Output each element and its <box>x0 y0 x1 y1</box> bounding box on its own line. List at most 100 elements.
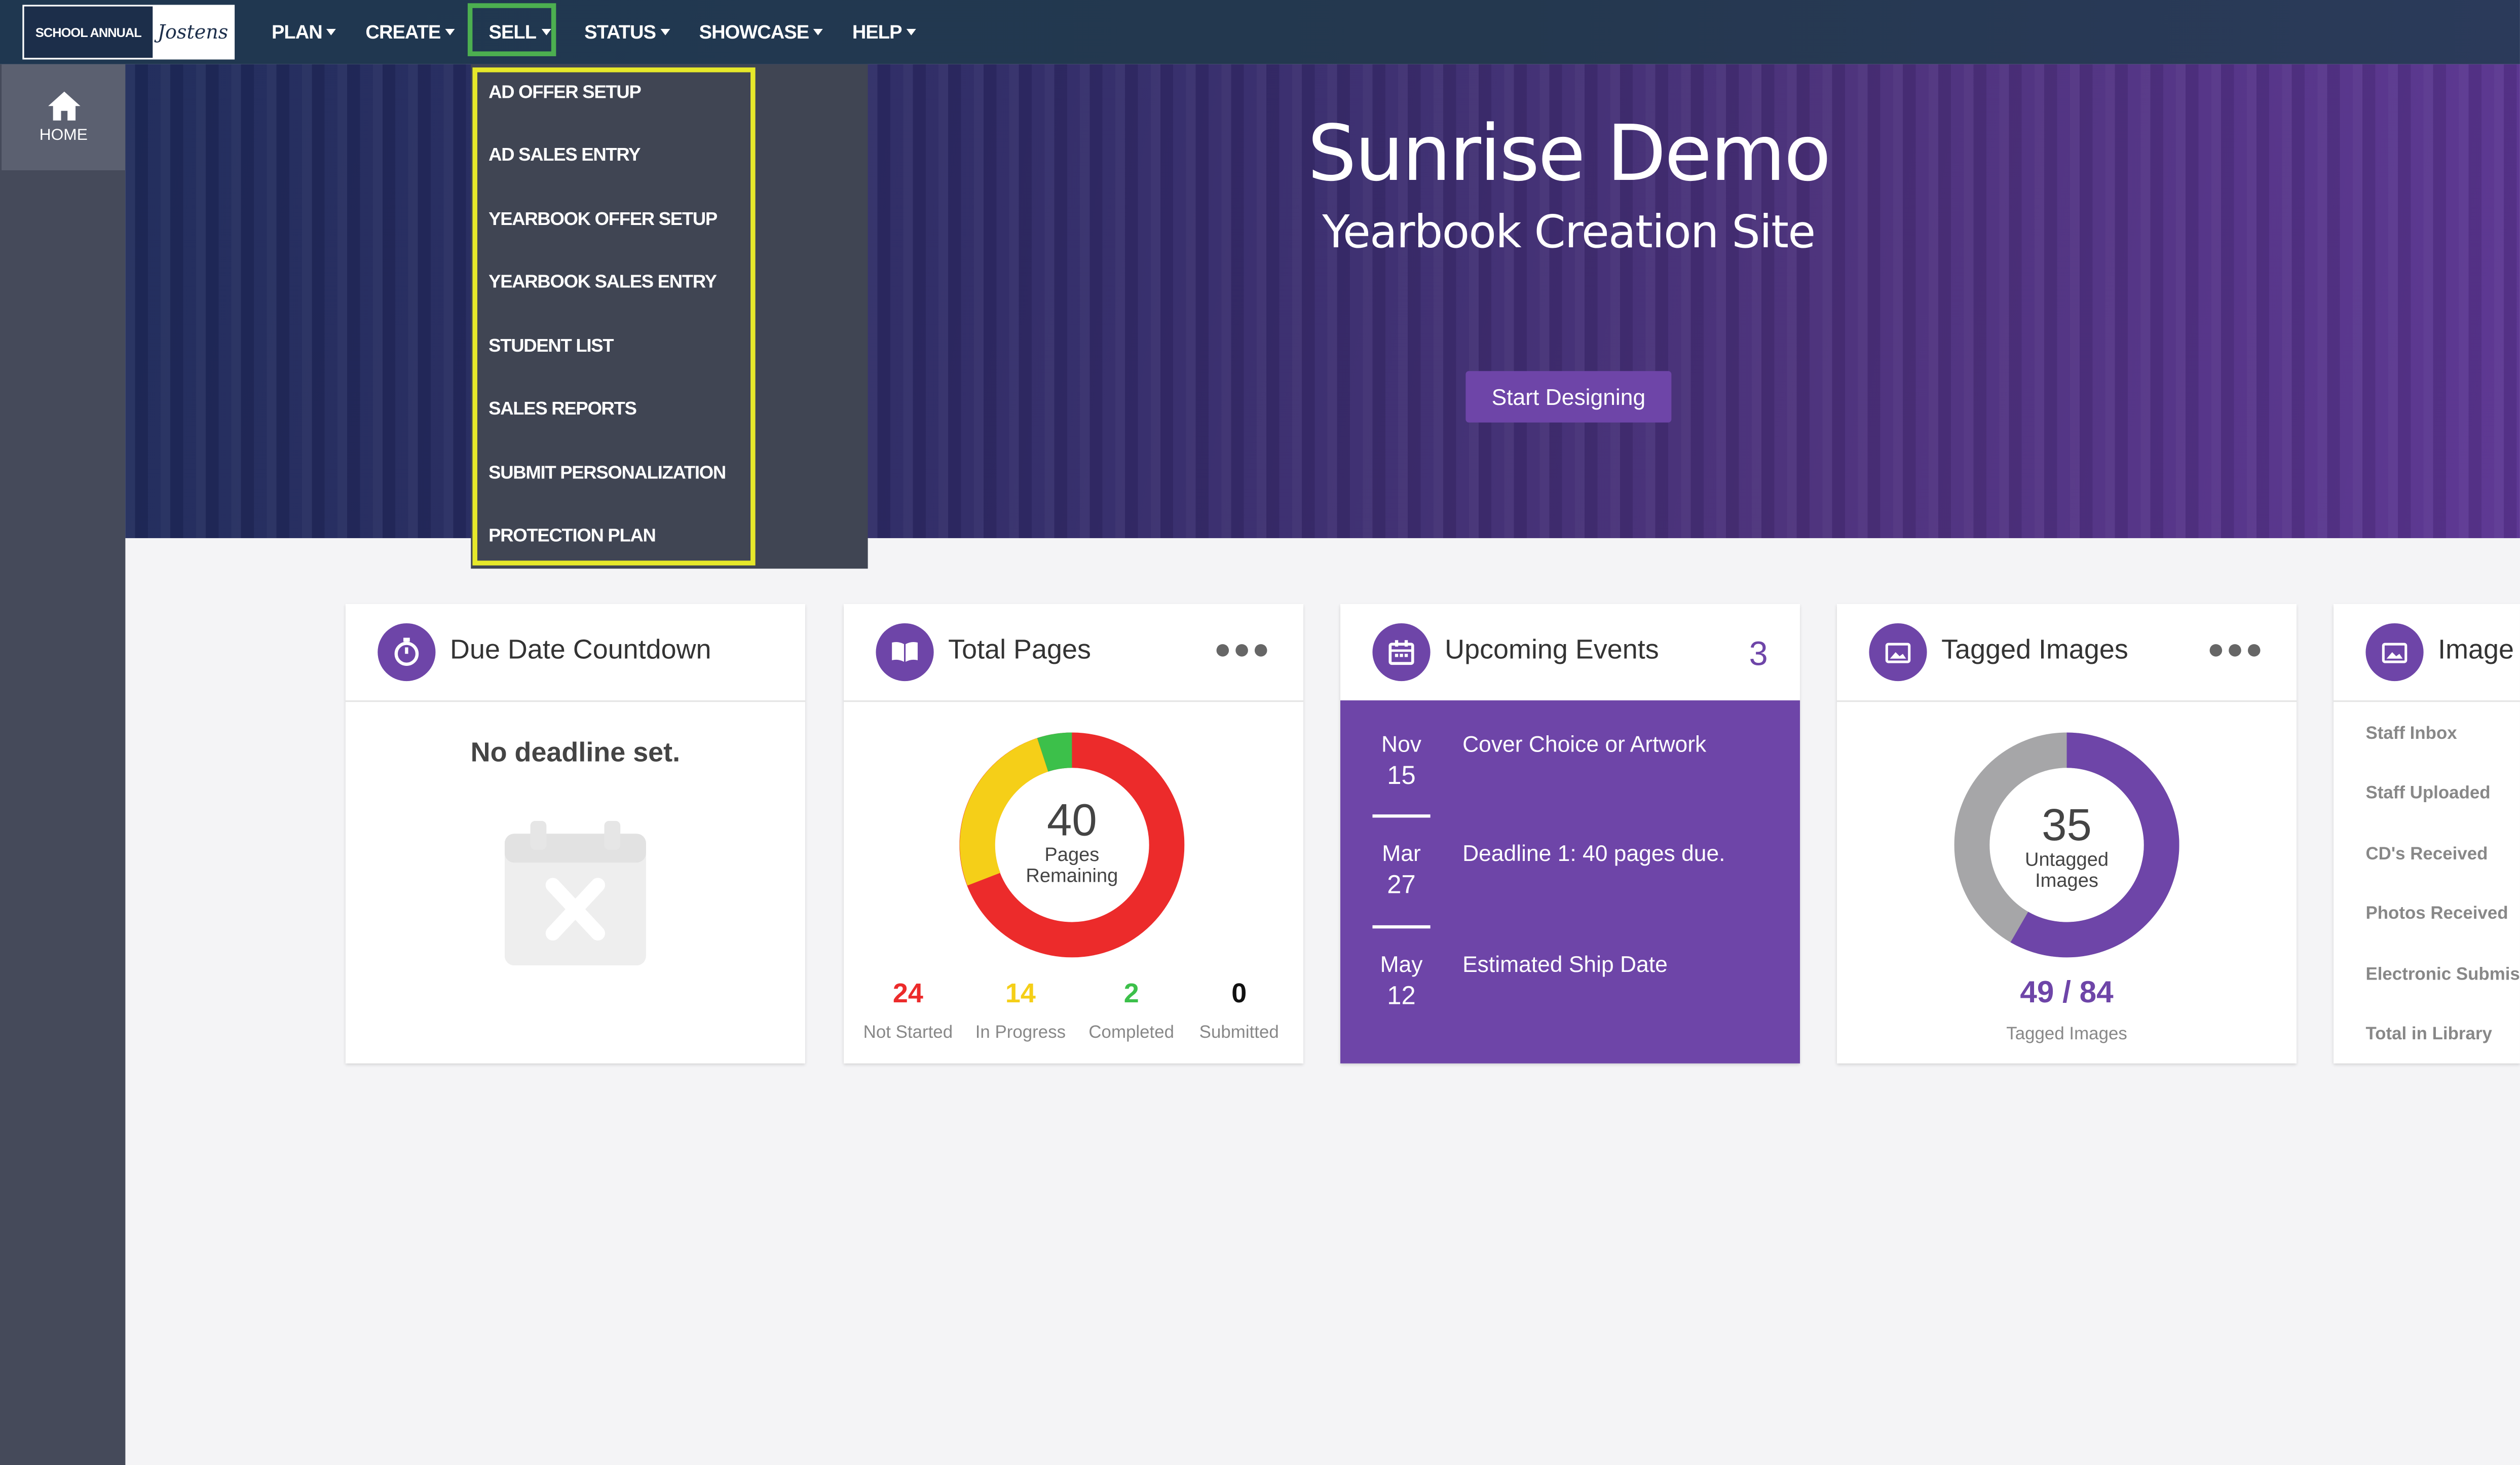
event-text: Deadline 1: 40 pages due. <box>1462 840 1725 866</box>
library-item: Total in Library <box>2365 1025 2492 1044</box>
stat-value: 2 <box>1123 978 1139 1009</box>
top-navbar: SCHOOL ANNUAL Jostens PLAN CREATE SELL S… <box>0 0 2520 64</box>
stopwatch-icon <box>378 623 436 682</box>
event-month: May <box>1380 951 1423 977</box>
stat-not-started: 24 Not Started <box>852 979 964 1043</box>
tagged-count: 49 <box>2020 976 2054 1010</box>
image-icon <box>2365 623 2424 682</box>
nav-status[interactable]: STATUS <box>565 0 685 64</box>
card-title: Total Pages <box>948 634 1091 665</box>
card-title: Upcoming Events <box>1445 634 1659 665</box>
logo-school-annual: SCHOOL ANNUAL <box>24 6 153 58</box>
stat-submitted: 0 Submitted <box>1183 979 1295 1043</box>
hero-subtitle: Yearbook Creation Site <box>1322 205 1816 259</box>
calendar-icon <box>1372 623 1431 682</box>
card-title: Image <box>2438 634 2514 665</box>
event-month: Mar <box>1382 840 1421 866</box>
untagged-center: 35 Untagged Images <box>1986 800 2147 892</box>
pages-remaining-value: 40 <box>1046 795 1097 845</box>
event-day: 15 <box>1387 763 1416 791</box>
stat-completed: 2 Completed <box>1075 979 1188 1043</box>
events-list: Nov 15 Cover Choice or Artwork Mar 27 De… <box>1340 700 1800 1064</box>
sidebar-home-label: HOME <box>39 127 88 145</box>
calendar-x-icon <box>504 820 646 966</box>
stat-label: In Progress <box>975 1023 1066 1043</box>
nav-plan[interactable]: PLAN <box>257 0 351 64</box>
card-title: Tagged Images <box>1941 634 2128 665</box>
card-title: Due Date Countdown <box>450 634 711 665</box>
completed-arc <box>1037 732 1073 772</box>
dropdown-highlight-box <box>472 67 756 566</box>
chevron-down-icon <box>813 29 823 35</box>
stat-value: 24 <box>892 978 923 1009</box>
tagged-ratio: 49 / 84 <box>1837 976 2297 1012</box>
hero-title: Sunrise Demo <box>1307 109 1831 200</box>
logo-jostens: Jostens <box>157 21 229 44</box>
pages-center: 40 Pages Remaining <box>992 795 1152 887</box>
more-options-icon[interactable]: ●●● <box>1214 633 1271 667</box>
untagged-label-1: Untagged <box>2024 848 2109 871</box>
library-item: Electronic Submis <box>2365 965 2520 985</box>
pages-remaining-label-2: Remaining <box>1026 864 1118 887</box>
total-count: 84 <box>2079 976 2114 1010</box>
pages-remaining-label-1: Pages <box>1044 843 1100 866</box>
ratio-slash: / <box>2062 976 2080 1010</box>
main-nav: PLAN CREATE SELL STATUS SHOWCASE HELP <box>257 0 930 64</box>
sidebar: HOME <box>0 64 126 1465</box>
brand-logo[interactable]: SCHOOL ANNUAL Jostens <box>22 5 235 60</box>
event-divider <box>1372 925 1431 929</box>
nav-showcase[interactable]: SHOWCASE <box>685 0 838 64</box>
event-day: 12 <box>1387 983 1416 1010</box>
events-count: 3 <box>1749 636 1768 673</box>
event-text: Cover Choice or Artwork <box>1462 731 1707 757</box>
no-deadline-message: No deadline set. <box>470 737 681 768</box>
card-header: Total Pages ●●● <box>844 604 1304 702</box>
start-designing-button[interactable]: Start Designing <box>1465 371 1672 423</box>
stat-label: Submitted <box>1199 1023 1279 1043</box>
event-divider <box>1372 814 1431 818</box>
event-day: 27 <box>1387 872 1416 900</box>
book-icon <box>876 623 934 682</box>
library-item: CD's Received <box>2365 845 2488 865</box>
stat-value: 14 <box>1005 978 1036 1009</box>
nav-plan-label: PLAN <box>271 21 323 44</box>
event-text: Estimated Ship Date <box>1462 951 1668 977</box>
untagged-label-2: Images <box>2035 869 2098 892</box>
card-header: Image <box>2334 604 2520 702</box>
upcoming-events-card: Upcoming Events 3 Nov 15 Cover Choice or… <box>1340 604 1800 1064</box>
untagged-value: 35 <box>2042 800 2092 850</box>
home-icon <box>47 91 80 121</box>
total-pages-card: Total Pages ●●● 40 Pages Remaining 24 No… <box>844 604 1304 1064</box>
library-item: Staff Uploaded <box>2365 783 2491 803</box>
card-header: Due Date Countdown <box>345 604 805 702</box>
nav-create-label: CREATE <box>365 21 441 44</box>
stat-label: Completed <box>1088 1023 1175 1043</box>
library-item: Photos Received <box>2365 904 2508 924</box>
chevron-down-icon <box>907 29 917 35</box>
nav-help[interactable]: HELP <box>838 0 930 64</box>
nav-help-label: HELP <box>852 21 902 44</box>
more-options-icon[interactable]: ●●● <box>2207 633 2265 667</box>
stat-value: 0 <box>1231 978 1247 1009</box>
tagged-images-card: Tagged Images ●●● 35 Untagged Images 49 … <box>1837 604 2297 1064</box>
card-header: Upcoming Events 3 <box>1340 604 1800 702</box>
chevron-down-icon <box>327 29 337 35</box>
image-library-card: Image Staff Inbox Staff Uploaded CD's Re… <box>2334 604 2520 1064</box>
tagged-images-label: Tagged Images <box>2006 1025 2127 1044</box>
library-item: Staff Inbox <box>2365 724 2457 744</box>
card-header: Tagged Images ●●● <box>1837 604 2297 702</box>
event-month: Nov <box>1381 731 1422 757</box>
chevron-down-icon <box>445 29 455 35</box>
due-date-card: Due Date Countdown No deadline set. <box>345 604 805 1064</box>
app-root: SCHOOL ANNUAL Jostens PLAN CREATE SELL S… <box>0 0 2520 1465</box>
nav-create[interactable]: CREATE <box>351 0 470 64</box>
nav-status-label: STATUS <box>584 21 656 44</box>
nav-showcase-label: SHOWCASE <box>699 21 810 44</box>
stat-label: Not Started <box>863 1023 953 1043</box>
sidebar-item-home[interactable]: HOME <box>2 64 126 171</box>
chevron-down-icon <box>660 29 670 35</box>
stat-in-progress: 14 In Progress <box>964 979 1077 1043</box>
sell-highlight-box <box>467 3 556 56</box>
hero-text: Sunrise Demo Yearbook Creation Site <box>1247 109 1890 260</box>
image-icon <box>1869 623 1927 682</box>
